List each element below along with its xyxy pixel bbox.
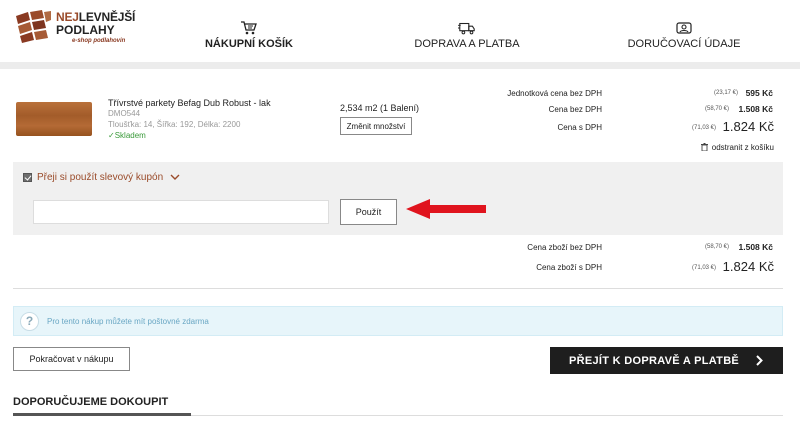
price-excl-vat-label: Cena bez DPH: [548, 105, 602, 114]
site-logo[interactable]: NEJLEVNĚJŠÍ PODLAHY e-shop podlahovin: [14, 8, 154, 48]
total-incl-vat-label: Cena zboží s DPH: [536, 263, 602, 272]
remove-from-cart-link[interactable]: odstranit z košíku: [700, 143, 774, 152]
product-stock-status: ✓Skladem: [108, 131, 146, 140]
change-quantity-button[interactable]: Změnit množství: [340, 117, 412, 135]
free-shipping-info: ? Pro tento nákup můžete mít poštovné zd…: [13, 306, 783, 336]
coupon-toggle-label[interactable]: Přeji si použít slevový kupón: [37, 172, 163, 183]
price-excl-vat-eur: (58,70 €): [704, 106, 729, 112]
parquet-logo-icon: [16, 10, 51, 43]
unit-price-label: Jednotková cena bez DPH: [507, 89, 602, 98]
total-excl-vat-eur: (58,70 €): [704, 244, 729, 250]
apply-coupon-button[interactable]: Použít: [340, 199, 397, 225]
logo-text: NEJLEVNĚJŠÍ: [56, 10, 136, 24]
chevron-right-icon: [756, 355, 763, 366]
step-cart[interactable]: NÁKUPNÍ KOŠÍK: [198, 20, 300, 50]
unit-price-value: 595 Kč: [745, 88, 773, 98]
step-shipping[interactable]: DOPRAVA A PLATBA: [407, 20, 527, 50]
proceed-to-shipping-button[interactable]: PŘEJÍT K DOPRAVĚ A PLATBĚ: [550, 347, 783, 374]
price-incl-vat-label: Cena s DPH: [557, 123, 602, 132]
cart-icon: [241, 21, 257, 35]
continue-shopping-button[interactable]: Pokračovat v nákupu: [13, 347, 130, 371]
step-delivery-label: DORUČOVACÍ ÚDAJE: [627, 38, 741, 50]
product-code: DMO544: [108, 109, 141, 118]
truck-icon: [458, 22, 475, 35]
recommended-heading: DOPORUČUJEME DOKOUPIT: [13, 396, 169, 408]
total-incl-vat-eur: (71,03 €): [691, 265, 716, 271]
header-divider: [0, 62, 800, 69]
step-shipping-label: DOPRAVA A PLATBA: [414, 38, 520, 50]
logo-tagline: e-shop podlahovin: [72, 38, 126, 44]
coupon-section: Přeji si použít slevový kupón Použít: [13, 162, 783, 235]
checkmark-icon: ✓: [108, 131, 115, 140]
product-dimensions: Tloušťka: 14, Šířka: 192, Délka: 2200: [108, 120, 241, 129]
id-card-icon: [676, 22, 692, 34]
total-incl-vat-value: 1.824 Kč: [722, 259, 774, 274]
step-delivery-details[interactable]: DORUČOVACÍ ÚDAJE: [623, 20, 745, 50]
total-excl-vat-value: 1.508 Kč: [738, 242, 774, 252]
unit-price-eur: (23,17 €): [713, 90, 738, 96]
price-excl-vat-value: 1.508 Kč: [738, 104, 774, 114]
product-name[interactable]: Třívrstvé parkety Befag Dub Robust - lak: [108, 98, 271, 108]
recommended-underline: [13, 413, 191, 416]
trash-icon: [700, 143, 708, 151]
step-cart-label: NÁKUPNÍ KOŠÍK: [204, 38, 293, 50]
coupon-code-input[interactable]: [33, 200, 329, 224]
product-image[interactable]: [16, 102, 92, 136]
red-arrow-annotation: [406, 199, 486, 219]
chevron-down-icon[interactable]: [170, 173, 180, 181]
question-icon: ?: [20, 312, 39, 331]
logo-text-line2: PODLAHY: [56, 23, 115, 37]
product-quantity: 2,534 m2 (1 Balení): [340, 103, 420, 113]
price-incl-vat-value: 1.824 Kč: [722, 119, 774, 134]
price-incl-vat-eur: (71,03 €): [691, 125, 716, 131]
header: NEJLEVNĚJŠÍ PODLAHY e-shop podlahovin NÁ…: [0, 0, 800, 62]
free-shipping-text: Pro tento nákup můžete mít poštovné zdar…: [47, 317, 209, 326]
proceed-to-shipping-label: PŘEJÍT K DOPRAVĚ A PLATBĚ: [569, 354, 740, 367]
totals-divider: [13, 288, 783, 289]
total-excl-vat-label: Cena zboží bez DPH: [527, 243, 602, 252]
coupon-checkbox[interactable]: [23, 173, 32, 182]
